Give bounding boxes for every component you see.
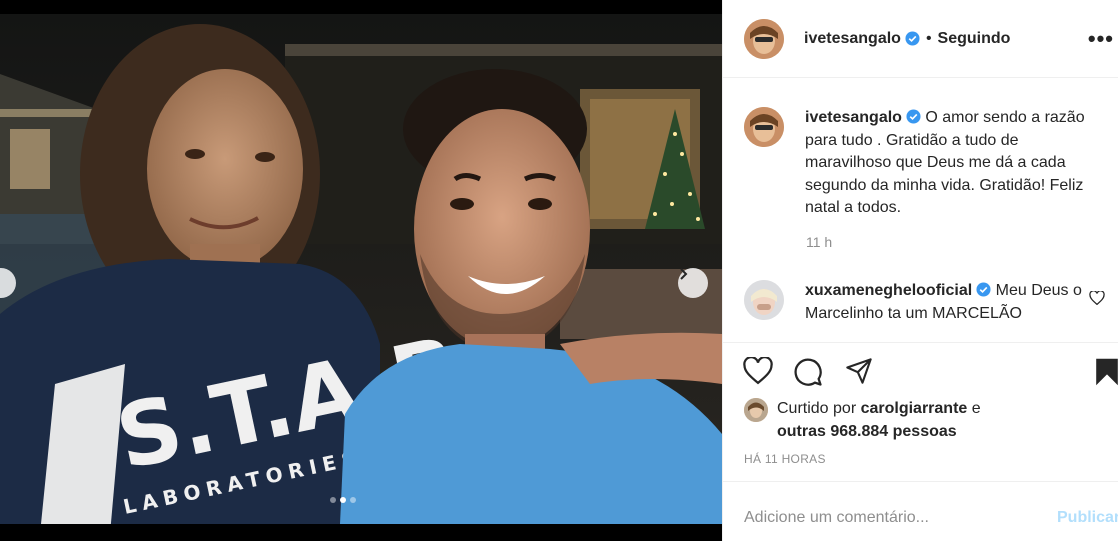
following-button[interactable]: Seguindo bbox=[938, 30, 1011, 48]
like-comment-heart-icon[interactable] bbox=[1089, 291, 1105, 305]
likes-text: Curtido por carolgiarrante e outras 968.… bbox=[777, 398, 981, 443]
comments-section: ivetesangalo O amor sendo a razão para t… bbox=[723, 79, 1118, 341]
post-header: ivetesangalo • Seguindo ••• bbox=[723, 0, 1118, 78]
verified-badge-icon bbox=[906, 109, 921, 124]
instagram-post: S.T.A.R LABORATORIES ivetesangalo • Segu… bbox=[0, 0, 1118, 541]
carousel-dot bbox=[340, 497, 346, 503]
liker-username[interactable]: carolgiarrante bbox=[861, 400, 968, 417]
avatar-image bbox=[744, 107, 784, 147]
follow-separator: • bbox=[925, 29, 932, 47]
commenter-avatar[interactable] bbox=[744, 280, 784, 320]
likes-prefix: Curtido por bbox=[777, 400, 861, 417]
post-details-panel: ivetesangalo • Seguindo ••• ivetesangalo… bbox=[722, 0, 1118, 541]
avatar-image bbox=[744, 398, 768, 422]
author-avatar[interactable] bbox=[744, 18, 784, 59]
next-photo-button[interactable] bbox=[678, 268, 708, 298]
liker-avatar[interactable] bbox=[744, 398, 768, 422]
caption-time: 11 h bbox=[806, 234, 833, 250]
photo-illustration: S.T.A.R LABORATORIES bbox=[0, 14, 722, 524]
avatar-image bbox=[744, 280, 784, 320]
carousel-indicator bbox=[330, 497, 356, 503]
caption-body: ivetesangalo O amor sendo a razão para t… bbox=[805, 107, 1105, 220]
action-bar bbox=[723, 342, 1118, 402]
comment-item: xuxameneghelooficial Meu Deus o Marcelin… bbox=[744, 280, 1085, 325]
post-timestamp[interactable]: HÁ 11 HORAS bbox=[744, 452, 826, 466]
caption-author-avatar[interactable] bbox=[744, 107, 784, 147]
post-photo[interactable]: S.T.A.R LABORATORIES bbox=[0, 14, 722, 524]
more-options-icon[interactable]: ••• bbox=[1088, 26, 1114, 52]
verified-badge-icon bbox=[905, 31, 920, 46]
add-comment-bar: Adicione um comentário... Publicar bbox=[723, 481, 1118, 541]
like-heart-icon[interactable] bbox=[743, 357, 773, 385]
likes-middle: e bbox=[967, 400, 981, 417]
comment-bubble-icon[interactable] bbox=[793, 357, 823, 387]
comment-input[interactable]: Adicione um comentário... bbox=[744, 509, 929, 527]
caption-author[interactable]: ivetesangalo bbox=[805, 109, 902, 126]
caption: ivetesangalo O amor sendo a razão para t… bbox=[744, 107, 1105, 220]
author-username[interactable]: ivetesangalo bbox=[804, 30, 901, 48]
comment-body: xuxameneghelooficial Meu Deus o Marcelin… bbox=[805, 280, 1085, 325]
carousel-dot bbox=[350, 497, 356, 503]
publish-button[interactable]: Publicar bbox=[1057, 509, 1118, 527]
carousel-dot bbox=[330, 497, 336, 503]
save-bookmark-icon[interactable] bbox=[1095, 357, 1118, 387]
share-paper-plane-icon[interactable] bbox=[844, 357, 874, 385]
likes-others-link[interactable]: outras 968.884 pessoas bbox=[777, 423, 957, 440]
comment-author[interactable]: xuxameneghelooficial bbox=[805, 282, 972, 299]
avatar-image bbox=[744, 18, 784, 59]
likes-summary: Curtido por carolgiarrante e outras 968.… bbox=[744, 398, 981, 443]
chevron-right-icon bbox=[680, 268, 688, 280]
verified-badge-icon bbox=[976, 282, 991, 297]
